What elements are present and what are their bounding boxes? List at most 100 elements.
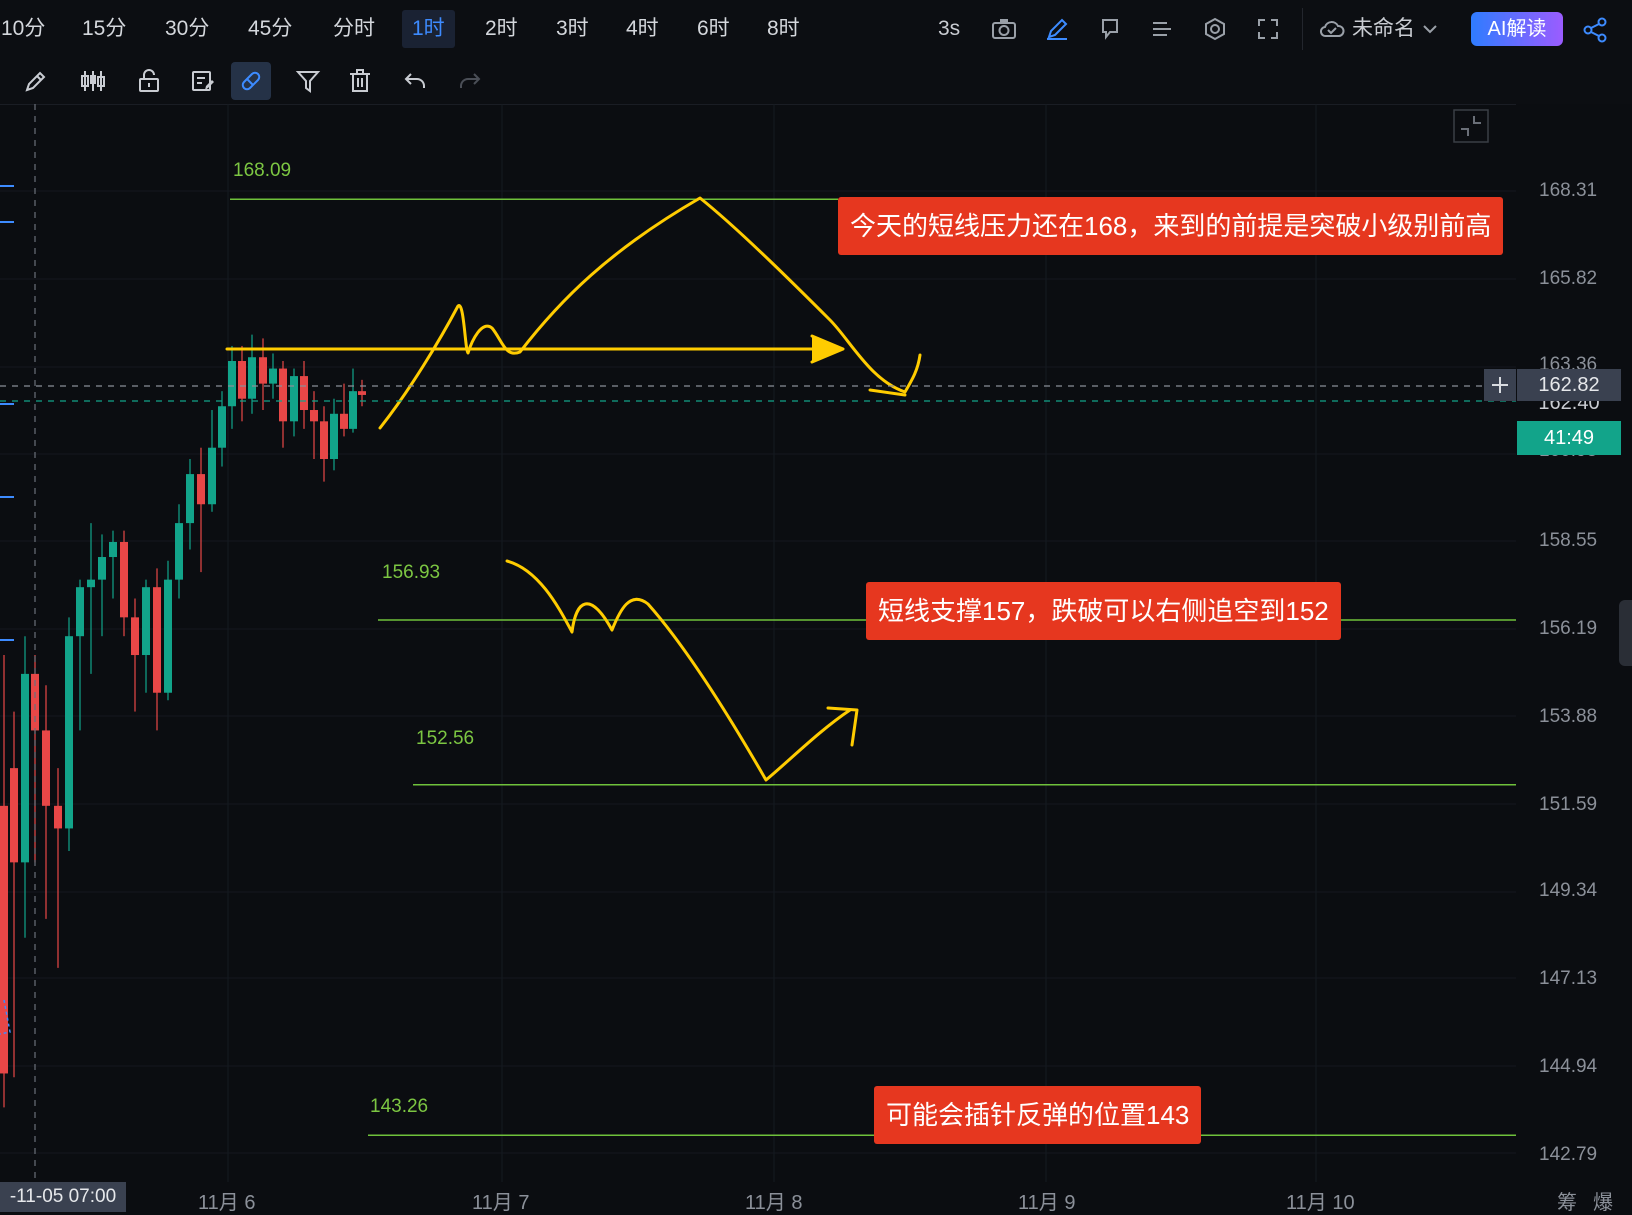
candle-body xyxy=(340,413,348,429)
candle-countdown-badge: 41:49 xyxy=(1517,421,1621,455)
chevron-down-icon[interactable] xyxy=(1422,22,1438,36)
timeframe-6h[interactable]: 6时 xyxy=(687,10,740,48)
candle-body xyxy=(65,636,73,829)
crosshair-lines xyxy=(0,104,1516,1182)
candle-body xyxy=(98,557,106,580)
candle-body xyxy=(109,541,117,558)
timeframe-timeshare[interactable]: 分时 xyxy=(323,10,385,48)
collapse-icon[interactable] xyxy=(1453,109,1489,143)
candle-body xyxy=(208,447,216,505)
filter-icon xyxy=(295,71,321,93)
layout-name[interactable]: 未命名 xyxy=(1352,14,1415,44)
divider xyxy=(1302,8,1303,50)
magnet-tool[interactable] xyxy=(231,62,271,100)
candle-body xyxy=(269,368,277,384)
lock-tool[interactable] xyxy=(129,62,169,100)
candle-body xyxy=(54,805,62,829)
share-icon[interactable] xyxy=(1582,16,1610,44)
undo-button[interactable] xyxy=(395,62,435,100)
timeframe-bar: 10分 15分 30分 45分 分时 1时 2时 3时 4时 6时 8时 3s … xyxy=(0,0,1632,59)
trash-icon xyxy=(350,69,370,92)
candle-body xyxy=(259,357,267,384)
crosshair-add-button[interactable] xyxy=(1484,369,1516,401)
price-label: 156.19 xyxy=(1539,618,1598,639)
drawing-toolbar xyxy=(0,58,1632,105)
unlock-icon xyxy=(139,69,159,92)
resistance-arrowhead xyxy=(810,334,845,364)
corner-label-liquidation[interactable]: 爆 xyxy=(1593,1186,1613,1215)
candle-body xyxy=(197,474,205,505)
candle-body xyxy=(76,587,84,637)
price-axis[interactable] xyxy=(1516,104,1632,1182)
candle-body xyxy=(21,673,29,863)
time-label: 11月 7 xyxy=(472,1192,530,1214)
candle-body xyxy=(87,579,95,588)
corner-label-chips[interactable]: 筹 xyxy=(1557,1186,1577,1215)
candle-body xyxy=(238,361,246,399)
pen-icon[interactable] xyxy=(1044,16,1070,42)
time-crosshair-label: -11-05 07:00 xyxy=(0,1182,126,1212)
candle-body xyxy=(310,410,318,422)
timeframe-45m[interactable]: 45分 xyxy=(238,10,302,48)
crosshair-price-box: 162.82 xyxy=(1517,369,1621,401)
candle-body xyxy=(248,357,256,399)
camera-icon[interactable] xyxy=(990,16,1018,42)
timeframe-30m[interactable]: 30分 xyxy=(155,10,219,48)
candle-body xyxy=(42,730,50,806)
template-icon[interactable] xyxy=(1097,16,1123,42)
timeframe-15m[interactable]: 15分 xyxy=(72,10,136,48)
note-support[interactable]: 短线支撑157，跌破可以右侧追空到152 xyxy=(866,582,1341,640)
note-wick-target[interactable]: 可能会插针反弹的位置143 xyxy=(874,1086,1202,1144)
candlestick-icon xyxy=(81,71,105,91)
settings-icon[interactable] xyxy=(1202,16,1228,42)
redo-button[interactable] xyxy=(450,62,490,100)
side-panel-handle[interactable] xyxy=(1619,600,1632,666)
timeframe-4h[interactable]: 4时 xyxy=(616,10,669,48)
delete-tool[interactable] xyxy=(340,62,380,100)
time-label: 11月 8 xyxy=(745,1192,803,1214)
timeframe-10m[interactable]: 10分 xyxy=(0,10,55,48)
level-label-143: 143.26 xyxy=(370,1096,429,1117)
timeframe-1h[interactable]: 1时 xyxy=(402,10,455,48)
indicator-list-icon[interactable] xyxy=(1149,16,1175,42)
brush-tool[interactable] xyxy=(16,62,56,100)
time-label: 11月 6 xyxy=(198,1192,256,1214)
price-label: 144.94 xyxy=(1539,1056,1598,1077)
candle-body xyxy=(164,579,172,693)
chart-grid xyxy=(0,104,1516,1182)
price-label: 158.55 xyxy=(1539,530,1598,551)
magnet-icon xyxy=(241,71,261,91)
candlesticks xyxy=(0,334,366,1108)
edit-list-tool[interactable] xyxy=(183,62,223,100)
price-label: 165.82 xyxy=(1539,268,1598,289)
price-label: 142.79 xyxy=(1539,1144,1598,1165)
timeframe-2h[interactable]: 2时 xyxy=(475,10,528,48)
candle-style-tool[interactable] xyxy=(73,62,113,100)
price-label: 149.34 xyxy=(1539,880,1598,901)
level-label-168: 168.09 xyxy=(233,160,292,181)
ai-analysis-button[interactable]: AI解读 xyxy=(1471,12,1563,46)
refresh-interval[interactable]: 3s xyxy=(938,14,960,44)
fullscreen-icon[interactable] xyxy=(1255,16,1281,42)
candle-body xyxy=(228,361,236,407)
candle-body xyxy=(218,406,226,448)
undo-icon xyxy=(404,73,425,88)
filter-tool[interactable] xyxy=(288,62,328,100)
timeframe-3h[interactable]: 3时 xyxy=(546,10,599,48)
candle-body xyxy=(279,368,287,422)
note-resistance[interactable]: 今天的短线压力还在168，来到的前提是突破小级别前高 xyxy=(838,197,1504,255)
redo-icon xyxy=(460,73,481,88)
plus-icon xyxy=(1492,377,1508,393)
level-label-152: 152.56 xyxy=(416,728,475,749)
candle-body xyxy=(330,413,338,460)
lower-scenario-path xyxy=(505,559,852,782)
candle-body xyxy=(153,587,161,693)
time-label: 11月 9 xyxy=(1018,1192,1076,1214)
candle-body xyxy=(131,617,139,656)
edit-list-icon xyxy=(192,71,214,91)
candle-body xyxy=(290,376,298,422)
cloud-icon[interactable] xyxy=(1318,18,1346,40)
timeframe-8h[interactable]: 8时 xyxy=(757,10,810,48)
candle-body xyxy=(349,391,357,429)
chart-canvas[interactable] xyxy=(0,104,1516,1182)
